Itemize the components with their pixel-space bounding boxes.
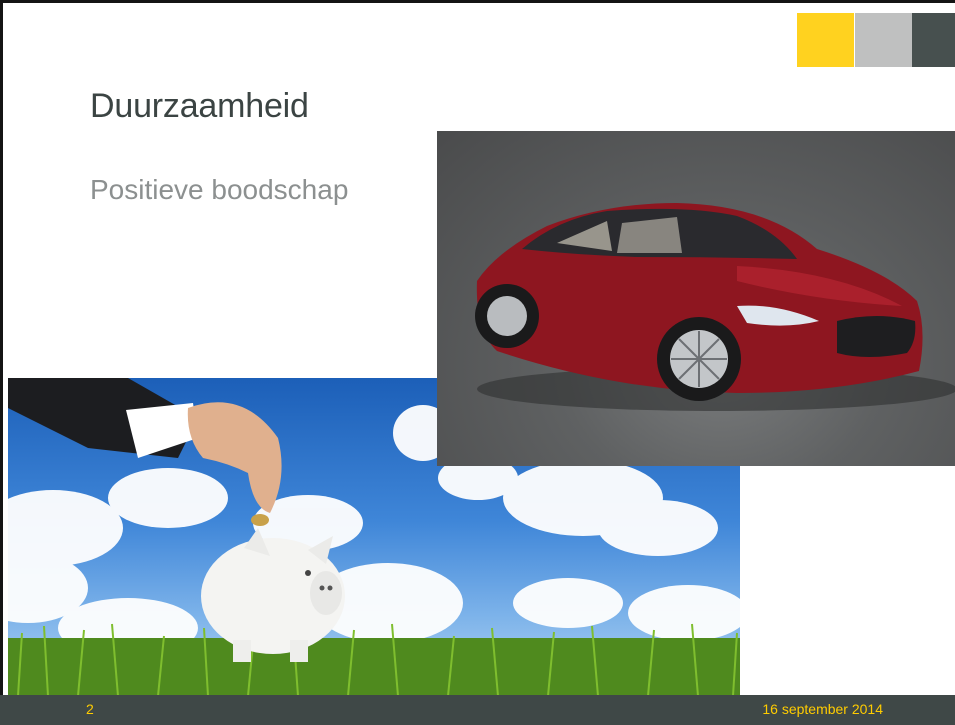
car-photo bbox=[437, 131, 955, 466]
frame-left-border bbox=[0, 0, 3, 725]
accent-square-gray bbox=[855, 13, 912, 67]
footer-date: 16 september 2014 bbox=[762, 701, 883, 717]
accent-square-yellow bbox=[797, 13, 854, 67]
slide-title: Duurzaamheid bbox=[90, 87, 309, 125]
car-illustration bbox=[475, 203, 955, 411]
page-number: 2 bbox=[86, 701, 94, 717]
slide: Duurzaamheid Positieve boodschap 2 16 se… bbox=[0, 0, 955, 725]
accent-square-dark bbox=[912, 13, 955, 67]
frame-top-border bbox=[0, 0, 955, 3]
slide-footer: 2 16 september 2014 bbox=[0, 695, 955, 725]
coin-icon bbox=[251, 514, 269, 526]
slide-subtitle: Positieve boodschap bbox=[90, 174, 349, 205]
